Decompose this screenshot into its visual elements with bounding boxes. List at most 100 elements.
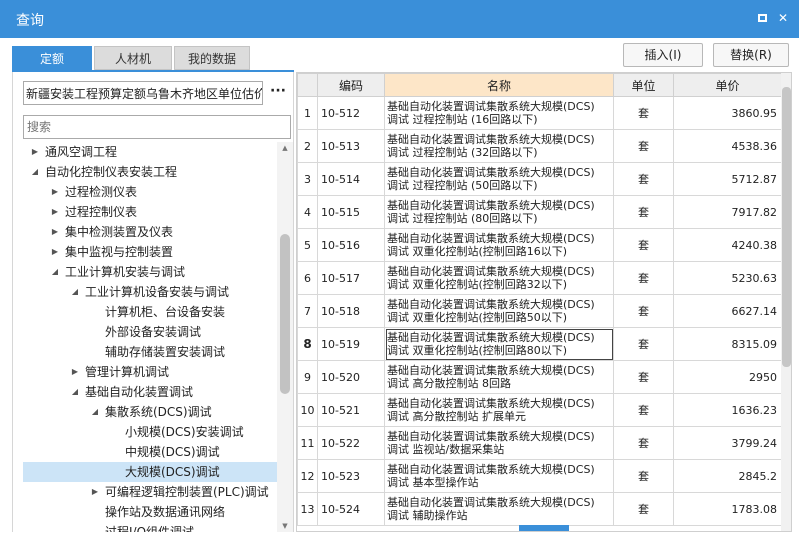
column-header-code[interactable]: 编码 [317, 73, 385, 97]
table-row[interactable]: 12 10-523 基础自动化装置调试集散系统大规模(DCS) 调试 基本型操作站套 2… [297, 459, 782, 493]
tree-node[interactable]: 小规模(DCS)安装调试 [23, 422, 277, 442]
expand-arrow-icon[interactable]: ▶ [69, 362, 81, 382]
tree-node[interactable]: ▶ 过程检测仪表 [23, 182, 277, 202]
cell-name[interactable]: 基础自动化装置调试集散系统大规模(DCS) 调试 过程控制站 (32回路以下) [384, 129, 614, 163]
insert-button[interactable]: 插入(I) [623, 43, 703, 67]
table-row[interactable]: 3 10-514 基础自动化装置调试集散系统大规模(DCS) 调试 过程控制站 (50… [297, 162, 782, 196]
cell-price[interactable]: 3799.24 [673, 426, 782, 460]
cell-name[interactable]: 基础自动化装置调试集散系统大规模(DCS) 调试 过程控制站 (50回路以下) [384, 162, 614, 196]
cell-unit[interactable]: 套 [613, 261, 674, 295]
expand-arrow-icon[interactable]: ▶ [49, 242, 61, 262]
cell-unit[interactable]: 套 [613, 492, 674, 526]
collapse-arrow-icon[interactable]: ◢ [89, 402, 101, 422]
tree-node[interactable]: ▶ 集中监视与控制装置 [23, 242, 277, 262]
grid-scrollbar-thumb[interactable] [782, 87, 791, 367]
row-number[interactable]: 1 [297, 96, 318, 130]
cell-unit[interactable]: 套 [613, 228, 674, 262]
cell-price[interactable]: 4240.38 [673, 228, 782, 262]
tab-labor-material-machine[interactable]: 人材机 [94, 46, 172, 70]
cell-price[interactable]: 5230.63 [673, 261, 782, 295]
scroll-down-icon[interactable]: ▼ [277, 520, 293, 532]
expand-arrow-icon[interactable]: ▶ [89, 482, 101, 502]
cell-price[interactable]: 4538.36 [673, 129, 782, 163]
table-row[interactable]: 5 10-516 基础自动化装置调试集散系统大规模(DCS) 调试 双重化控制站(控制… [297, 228, 782, 262]
cell-code[interactable]: 10-522 [317, 426, 385, 460]
row-number[interactable]: 13 [297, 492, 318, 526]
cell-price[interactable]: 2845.2 [673, 459, 782, 493]
cell-unit[interactable]: 套 [613, 327, 674, 361]
expand-arrow-icon[interactable]: ▶ [49, 202, 61, 222]
table-row[interactable]: 9 10-520 基础自动化装置调试集散系统大规模(DCS) 调试 高分散控制站 8回… [297, 360, 782, 394]
table-row[interactable]: 1 10-512 基础自动化装置调试集散系统大规模(DCS) 调试 过程控制站 (16… [297, 96, 782, 130]
table-row[interactable]: 4 10-515 基础自动化装置调试集散系统大规模(DCS) 调试 过程控制站 (80… [297, 195, 782, 229]
cell-code[interactable]: 10-518 [317, 294, 385, 328]
table-row[interactable]: 2 10-513 基础自动化装置调试集散系统大规模(DCS) 调试 过程控制站 (32… [297, 129, 782, 163]
table-row[interactable]: 11 10-522 基础自动化装置调试集散系统大规模(DCS) 调试 监视站/数据采集… [297, 426, 782, 460]
quota-book-selector[interactable]: 新疆安装工程预算定额乌鲁木齐地区单位估价表 [23, 81, 263, 105]
cell-name[interactable]: 基础自动化装置调试集散系统大规模(DCS) 调试 辅助操作站 [384, 492, 614, 526]
column-header-price[interactable]: 单价 [673, 73, 782, 97]
row-number[interactable]: 6 [297, 261, 318, 295]
table-row[interactable]: 7 10-518 基础自动化装置调试集散系统大规模(DCS) 调试 双重化控制站(控制… [297, 294, 782, 328]
tree-node[interactable]: 外部设备安装调试 [23, 322, 277, 342]
cell-code[interactable]: 10-516 [317, 228, 385, 262]
tree-node[interactable]: ◢ 工业计算机安装与调试 [23, 262, 277, 282]
tree-node[interactable]: ▶ 集中检测装置及仪表 [23, 222, 277, 242]
cell-name[interactable]: 基础自动化装置调试集散系统大规模(DCS) 调试 监视站/数据采集站 [384, 426, 614, 460]
cell-price[interactable]: 3860.95 [673, 96, 782, 130]
cell-name[interactable]: 基础自动化装置调试集散系统大规模(DCS) 调试 双重化控制站(控制回路32以下) [384, 261, 614, 295]
row-number[interactable]: 8 [297, 327, 318, 361]
cell-price[interactable]: 6627.14 [673, 294, 782, 328]
tree-node[interactable]: 操作站及数据通讯网络 [23, 502, 277, 522]
tree-node[interactable]: 中规模(DCS)调试 [23, 442, 277, 462]
replace-button[interactable]: 替换(R) [713, 43, 789, 67]
expand-arrow-icon[interactable]: ▶ [49, 182, 61, 202]
cell-name[interactable]: 基础自动化装置调试集散系统大规模(DCS) 调试 过程控制站 (16回路以下) [384, 96, 614, 130]
cell-code[interactable]: 10-513 [317, 129, 385, 163]
cell-price[interactable]: 7917.82 [673, 195, 782, 229]
column-header-name[interactable]: 名称 [384, 73, 614, 97]
cell-price[interactable]: 8315.09 [673, 327, 782, 361]
tree-node[interactable]: ◢ 自动化控制仪表安装工程 [23, 162, 277, 182]
grid-scrollbar[interactable] [781, 73, 791, 531]
column-header-unit[interactable]: 单位 [613, 73, 674, 97]
tree-node[interactable]: ◢ 工业计算机设备安装与调试 [23, 282, 277, 302]
search-input[interactable] [23, 115, 291, 139]
tree-node[interactable]: ◢ 基础自动化装置调试 [23, 382, 277, 402]
cell-name[interactable]: 基础自动化装置调试集散系统大规模(DCS) 调试 双重化控制站(控制回路80以下) [384, 327, 614, 361]
cell-code[interactable]: 10-514 [317, 162, 385, 196]
row-number[interactable]: 12 [297, 459, 318, 493]
collapse-arrow-icon[interactable]: ◢ [29, 162, 41, 182]
grid-splitter-handle[interactable] [519, 525, 569, 531]
row-number[interactable]: 9 [297, 360, 318, 394]
row-number[interactable]: 4 [297, 195, 318, 229]
row-number[interactable]: 7 [297, 294, 318, 328]
tab-my-data[interactable]: 我的数据 [174, 46, 250, 70]
row-number[interactable]: 2 [297, 129, 318, 163]
cell-code[interactable]: 10-523 [317, 459, 385, 493]
cell-name[interactable]: 基础自动化装置调试集散系统大规模(DCS) 调试 过程控制站 (80回路以下) [384, 195, 614, 229]
cell-code[interactable]: 10-517 [317, 261, 385, 295]
cell-code[interactable]: 10-512 [317, 96, 385, 130]
row-number[interactable]: 3 [297, 162, 318, 196]
row-number[interactable]: 5 [297, 228, 318, 262]
row-number[interactable]: 10 [297, 393, 318, 427]
cell-code[interactable]: 10-524 [317, 492, 385, 526]
cell-name[interactable]: 基础自动化装置调试集散系统大规模(DCS) 调试 双重化控制站(控制回路16以下) [384, 228, 614, 262]
more-button[interactable]: ··· [265, 81, 291, 105]
cell-unit[interactable]: 套 [613, 294, 674, 328]
cell-unit[interactable]: 套 [613, 162, 674, 196]
tree-scrollbar[interactable]: ▲ ▼ [277, 142, 293, 532]
tree-node[interactable]: 过程I/O组件调试 [23, 522, 277, 532]
table-row[interactable]: 10 10-521 基础自动化装置调试集散系统大规模(DCS) 调试 高分散控制站 扩… [297, 393, 782, 427]
cell-code[interactable]: 10-519 [317, 327, 385, 361]
cell-price[interactable]: 2950 [673, 360, 782, 394]
table-row[interactable]: 13 10-524 基础自动化装置调试集散系统大规模(DCS) 调试 辅助操作站套 17… [297, 492, 782, 526]
tree-node[interactable]: 大规模(DCS)调试 [23, 462, 277, 482]
cell-unit[interactable]: 套 [613, 459, 674, 493]
tab-quota[interactable]: 定额 [12, 46, 92, 70]
row-number[interactable]: 11 [297, 426, 318, 460]
tree-node[interactable]: ▶ 管理计算机调试 [23, 362, 277, 382]
tree-node[interactable]: ▶ 过程控制仪表 [23, 202, 277, 222]
cell-name[interactable]: 基础自动化装置调试集散系统大规模(DCS) 调试 高分散控制站 扩展单元 [384, 393, 614, 427]
